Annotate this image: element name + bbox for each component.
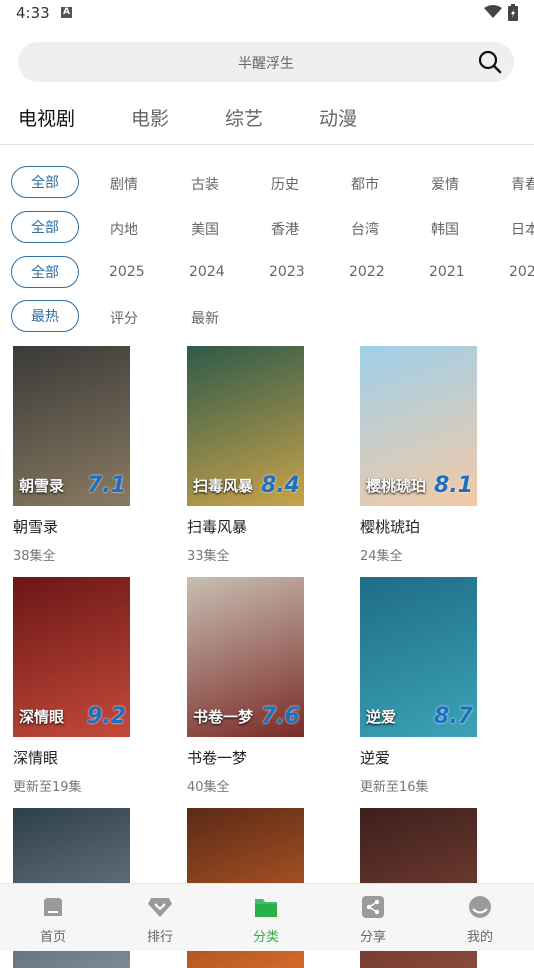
filter-option[interactable]: 2025 [109,264,145,280]
tab-variety[interactable]: 综艺 [225,104,263,131]
nav-label: 我的 [466,930,493,945]
tab-movie[interactable]: 电影 [131,104,169,131]
share-icon [362,896,384,918]
filter-option[interactable]: 香港 [271,219,299,239]
show-card[interactable]: 樱桃琥珀 8.1 樱桃琥珀 24集全 [360,346,477,564]
poster-image[interactable]: 深情眼 9.2 [13,577,130,737]
nav-label: 分类 [252,930,279,945]
rating-score: 8.7 [434,704,473,729]
episode-status: 更新至16集 [360,780,429,795]
filter-option[interactable]: 日本 [511,219,534,239]
show-title: 朝雪录 [13,518,59,536]
filter-option[interactable]: 2023 [269,264,305,280]
status-bar: 4:33 A [0,0,534,28]
filter-option[interactable]: 2021 [429,264,465,280]
nav-label: 排行 [146,930,173,945]
filter-row-year: 全部 2025 2024 2023 2022 2021 2020 [0,256,534,290]
show-card[interactable]: 书卷一梦 7.6 书卷一梦 40集全 [187,577,304,795]
filter-option[interactable]: 2022 [349,264,385,280]
show-title: 樱桃琥珀 [360,518,421,536]
wifi-icon [484,5,502,18]
episode-status: 24集全 [360,549,403,564]
rating-score: 7.1 [87,473,126,498]
poster-title: 逆爱 [366,708,397,726]
nav-label: 首页 [39,930,66,945]
poster-title: 朝雪录 [19,477,65,495]
show-title: 书卷一梦 [187,749,248,767]
nav-home[interactable]: 首页 [23,896,83,945]
episode-status: 33集全 [187,549,230,564]
show-card[interactable]: 深情眼 9.2 深情眼更新至19集 [13,577,130,795]
filter-option[interactable]: 历史 [271,174,299,194]
episode-status: 40集全 [187,780,230,795]
filter-option[interactable]: 2020 [509,264,534,280]
rank-icon [148,898,172,917]
episode-status: 38集全 [13,549,56,564]
tab-tv[interactable]: 电视剧 [18,104,75,131]
filter-option[interactable]: 爱情 [431,174,459,194]
filter-option[interactable]: 内地 [110,219,138,239]
notification-icon: A [61,7,72,18]
show-card[interactable]: 逆爱 8.7 逆爱更新至16集 [360,577,477,795]
filter-option[interactable]: 2024 [189,264,225,280]
episode-status: 更新至19集 [13,780,82,795]
filter-row-sort: 最热 评分 最新 [0,300,534,334]
folder-icon [255,899,277,917]
filter-chip-selected[interactable]: 全部 [11,211,79,243]
poster-title: 樱桃琥珀 [366,477,427,495]
filter-row-genre: 全部 剧情 古装 历史 都市 爱情 青春 [0,166,534,200]
filter-chip-selected[interactable]: 全部 [11,256,79,288]
filter-option[interactable]: 青春 [511,174,534,194]
poster-image[interactable]: 朝雪录 7.1 [13,346,130,506]
bottom-nav: 首页 排行 分类 分享 我的 [0,883,534,951]
rating-score: 7.6 [261,704,300,729]
rating-score: 9.2 [87,704,126,729]
show-card[interactable]: 朝雪录 7.1 朝雪录 38集全 [13,346,130,564]
search-placeholder: 半醒浮生 [238,56,294,72]
nav-rank[interactable]: 排行 [130,896,190,945]
profile-icon [469,896,491,918]
filter-option[interactable]: 台湾 [351,219,379,239]
poster-image[interactable]: 樱桃琥珀 8.1 [360,346,477,506]
tab-anime[interactable]: 动漫 [319,104,357,131]
show-title: 深情眼 [13,749,59,767]
category-tabs: 电视剧 电影 综艺 动漫 [0,104,534,145]
nav-profile[interactable]: 我的 [450,896,510,945]
poster-image[interactable]: 扫毒风暴 8.4 [187,346,304,506]
home-icon [44,898,62,916]
filter-chip-selected[interactable]: 最热 [11,300,79,332]
battery-icon [508,4,518,21]
poster-image[interactable]: 逆爱 8.7 [360,577,477,737]
filter-option[interactable]: 剧情 [110,174,138,194]
show-title: 逆爱 [360,749,391,767]
rating-score: 8.1 [434,473,473,498]
poster-title: 扫毒风暴 [193,477,254,495]
poster-image[interactable]: 书卷一梦 7.6 [187,577,304,737]
poster-title: 深情眼 [19,708,65,726]
filter-chip-selected[interactable]: 全部 [11,166,79,198]
filter-option[interactable]: 古装 [191,174,219,194]
rating-score: 8.4 [261,473,300,498]
search-bar[interactable]: 半醒浮生 [18,42,514,82]
filter-option[interactable]: 韩国 [431,219,459,239]
poster-title: 书卷一梦 [193,708,254,726]
search-icon[interactable] [478,50,502,74]
show-title: 扫毒风暴 [187,518,248,536]
filter-option[interactable]: 评分 [110,308,138,328]
nav-label: 分享 [359,930,386,945]
nav-category[interactable]: 分类 [236,896,296,945]
filter-row-region: 全部 内地 美国 香港 台湾 韩国 日本 [0,211,534,245]
show-card[interactable]: 扫毒风暴 8.4 扫毒风暴 33集全 [187,346,304,564]
filter-option[interactable]: 最新 [191,308,219,328]
nav-share[interactable]: 分享 [343,896,403,945]
status-time: 4:33 [16,4,50,22]
filter-option[interactable]: 美国 [191,219,219,239]
filter-option[interactable]: 都市 [351,174,379,194]
